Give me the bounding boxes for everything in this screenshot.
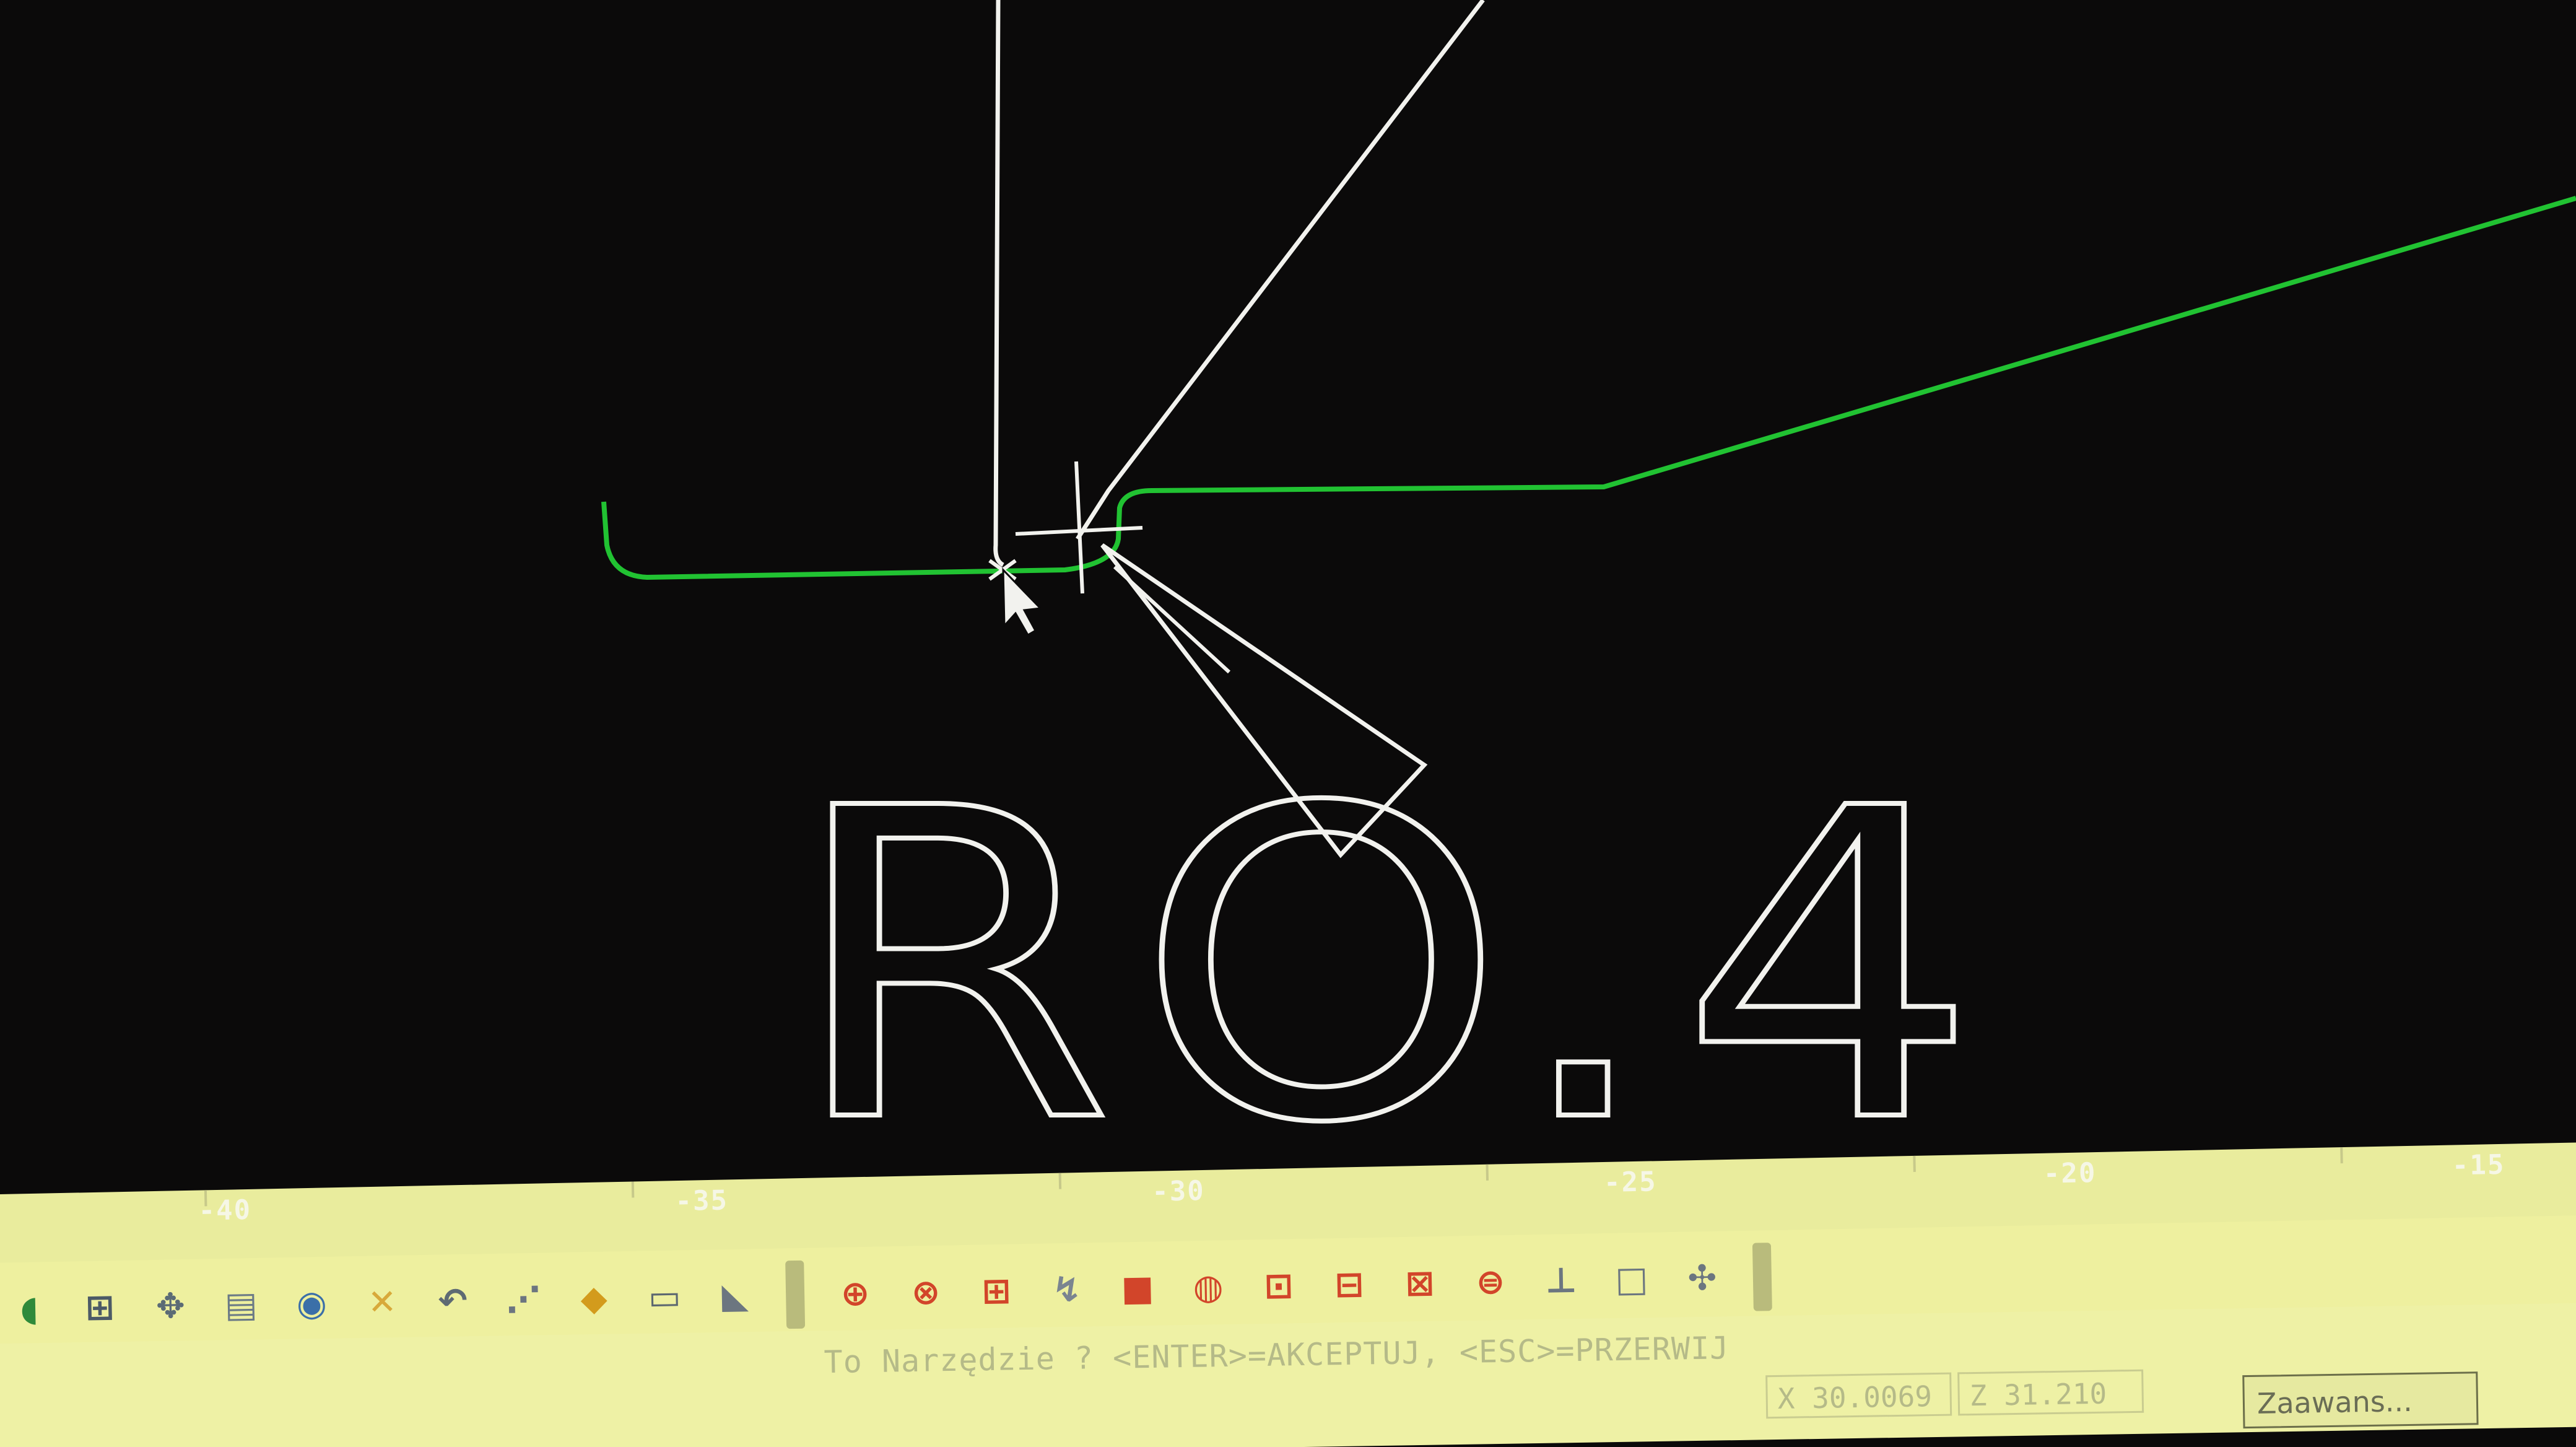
toolbar-button[interactable]: ⊥ (1532, 1252, 1590, 1310)
toolbar-separator (785, 1260, 806, 1329)
toolbar-button[interactable]: ⊟ (1320, 1256, 1378, 1314)
toolbar-button[interactable]: ↯ (1038, 1261, 1096, 1319)
ruler-tick (1913, 1155, 1916, 1172)
toolbar-button[interactable]: ⊗ (897, 1263, 955, 1321)
toolbar-button-19-icon: ⊟ (1334, 1264, 1365, 1305)
ruler-tick (1058, 1173, 1062, 1189)
toolbar-button-7-icon: ↶ (438, 1280, 468, 1322)
toolbar-button-16-icon: ■ (1120, 1267, 1155, 1309)
toolbar-button-22-icon: ⊥ (1544, 1260, 1578, 1301)
toolbar-button[interactable]: □ (1603, 1250, 1661, 1308)
toolbar-button[interactable]: ■ (1108, 1259, 1167, 1318)
toolbar-button-5-icon: ◉ (296, 1283, 328, 1324)
toolbar-button-12-icon: ⊕ (840, 1273, 871, 1314)
toolbar-button-11-icon: ◣ (721, 1275, 749, 1316)
toolbar-button[interactable]: ◣ (706, 1267, 764, 1325)
ruler-label: -20 (2043, 1157, 2097, 1190)
toolbar-button-4-icon: ▤ (224, 1284, 258, 1326)
cad-screen: RO.4 -40 -35 -30 -25 -20 -15 ◖ ⊞ ✥ ▤ ◉ ✕ ↶ ⋰ ◆ ▭ ◣… (0, 0, 2576, 1447)
mode-selector-label: Zaawans... (2256, 1384, 2413, 1420)
toolbar-button-20-icon: ⊠ (1404, 1262, 1435, 1304)
toolbar-button-6-icon: ✕ (367, 1282, 398, 1323)
toolbar-button[interactable]: ▤ (212, 1276, 270, 1334)
toolbar-button-14-icon: ⊞ (981, 1270, 1012, 1311)
ruler-label: -15 (2452, 1148, 2505, 1182)
toolbar-button[interactable]: ◖ (1, 1280, 59, 1338)
ruler-tick (2340, 1147, 2343, 1164)
ruler-label: -40 (198, 1194, 252, 1227)
toolbar-button[interactable]: ⊞ (71, 1279, 129, 1337)
z-coordinate-readout: Z 31.210 (1957, 1369, 2144, 1416)
toolbar-button-15-icon: ↯ (1052, 1269, 1082, 1310)
toolbar-separator (1752, 1243, 1772, 1311)
toolbar-button[interactable]: ⊠ (1391, 1254, 1449, 1313)
toolbar-button[interactable]: ◍ (1179, 1258, 1237, 1316)
toolbar-button-23-icon: □ (1614, 1259, 1648, 1300)
toolbar-button-9-icon: ◆ (580, 1278, 608, 1319)
toolbar-button-24-icon: ✣ (1687, 1257, 1717, 1299)
ruler-tick (631, 1181, 635, 1198)
toolbar-button[interactable]: ✕ (353, 1273, 411, 1331)
toolbar-button[interactable]: ⊞ (967, 1262, 1025, 1320)
toolbar-button[interactable]: ⋰ (494, 1270, 552, 1329)
toolbar-button-3-icon: ✥ (155, 1285, 186, 1327)
command-prompt-text: To Narzędzie ? <ENTER>=AKCEPTUJ, <ESC>=P… (824, 1330, 1730, 1381)
toolbar-button[interactable]: ⊕ (826, 1264, 884, 1322)
toolbar-button-2-icon: ⊞ (85, 1287, 115, 1328)
toolbar-button[interactable]: ◉ (282, 1274, 341, 1332)
ruler-label: -35 (674, 1184, 729, 1218)
toolbar-button[interactable]: ▭ (635, 1268, 694, 1326)
toolbar-button[interactable]: ↶ (424, 1272, 482, 1330)
toolbar-button-21-icon: ⊜ (1475, 1261, 1506, 1303)
toolbar-button[interactable]: ✣ (1673, 1249, 1731, 1307)
toolbar-button[interactable]: ⊡ (1250, 1257, 1308, 1315)
x-coordinate-value: X 30.0069 (1777, 1379, 1933, 1415)
toolbar-button-8-icon: ⋰ (505, 1279, 541, 1321)
toolbar-button-18-icon: ⊡ (1263, 1265, 1294, 1306)
ruler-label: -30 (1151, 1174, 1206, 1208)
toolbar-button-13-icon: ⊗ (911, 1272, 941, 1313)
ruler-label: -25 (1603, 1166, 1658, 1199)
z-coordinate-value: Z 31.210 (1969, 1376, 2107, 1413)
mode-selector[interactable]: Zaawans... (2242, 1371, 2479, 1429)
x-coordinate-readout: X 30.0069 (1765, 1372, 1952, 1419)
toolbar-button[interactable]: ⊜ (1461, 1253, 1520, 1311)
ruler-tick (1486, 1164, 1489, 1181)
toolbar-button-1-icon: ◖ (19, 1288, 39, 1329)
toolbar-button[interactable]: ✥ (141, 1277, 199, 1336)
toolbar-button-10-icon: ▭ (648, 1276, 682, 1318)
toolbar-button[interactable]: ◆ (565, 1269, 623, 1327)
drawing-label-text: RO.4 (786, 719, 2000, 1216)
toolbar-button-17-icon: ◍ (1193, 1266, 1224, 1308)
